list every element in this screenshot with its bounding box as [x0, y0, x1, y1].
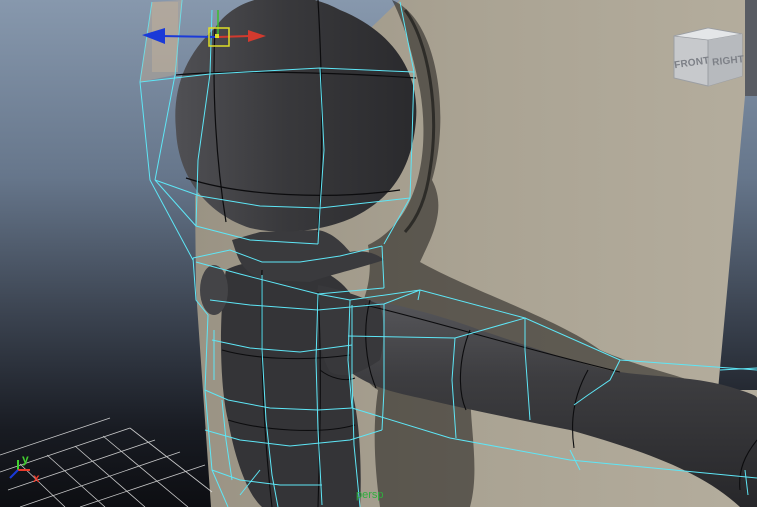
maya-viewport[interactable]: FRONT RIGHT y x persp	[0, 0, 757, 507]
camera-name-label: persp	[356, 489, 384, 501]
axis-gizmo-x-label: x	[33, 471, 40, 485]
axis-gizmo-y-label: y	[22, 452, 29, 466]
axis-gizmo-icon	[9, 460, 30, 479]
